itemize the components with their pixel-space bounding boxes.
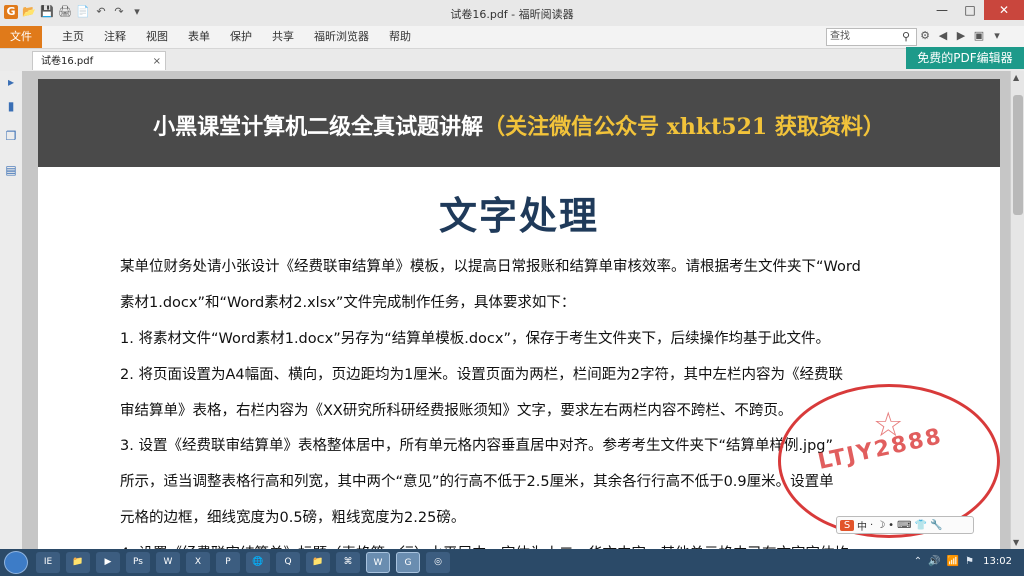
recorder-icon[interactable]: ◎ xyxy=(426,552,450,573)
banner-main-text: 小黑课堂计算机二级全真试题讲解 xyxy=(153,114,484,140)
user-icon[interactable]: ▣ xyxy=(972,29,986,42)
tab-help[interactable]: 帮助 xyxy=(379,26,421,48)
media-player-icon[interactable]: ▶ xyxy=(96,552,120,573)
clock[interactable]: 13:02 xyxy=(983,556,1012,567)
doc-line: 1. 将素材文件“Word素材1.docx”另存为“结算单模板.docx”，保存… xyxy=(120,331,830,347)
system-tray: ⌃ 🔊 📶 ⚑ xyxy=(914,556,974,567)
punctuation-icon[interactable]: · xyxy=(870,520,873,531)
browser-icon[interactable]: 🌐 xyxy=(246,552,270,573)
moon-icon[interactable]: ☽ xyxy=(876,520,885,531)
ime-mode-label[interactable]: 中 xyxy=(857,518,867,533)
word-icon[interactable]: W xyxy=(156,552,180,573)
watermark-stamp: ☆ LTJY2888 xyxy=(778,384,1000,538)
banner-title: 小黑课堂计算机二级全真试题讲解（关注微信公众号 xhkt521 获取资料） xyxy=(38,109,1000,141)
collapse-arrow-icon[interactable]: ▸ xyxy=(4,75,18,89)
tray-expand-icon[interactable]: ⌃ xyxy=(914,556,922,567)
scroll-down-icon[interactable]: ▼ xyxy=(1013,538,1019,547)
tab-document[interactable]: 试卷16.pdf × xyxy=(32,51,166,70)
scroll-thumb[interactable] xyxy=(1013,95,1023,215)
volume-icon[interactable]: 🔊 xyxy=(928,556,940,567)
search-icon[interactable]: ⚲ xyxy=(902,30,910,43)
skin-icon[interactable]: 👕 xyxy=(915,520,927,531)
tab-comment[interactable]: 注释 xyxy=(94,26,136,48)
sogou-logo-icon[interactable]: S xyxy=(840,519,854,531)
banner-highlight-text: （关注微信公众号 xhkt521 获取资料） xyxy=(483,114,885,140)
folder-icon[interactable]: 📁 xyxy=(66,552,90,573)
dot-icon[interactable]: • xyxy=(888,520,894,531)
promo-pdf-editor-button[interactable]: 免费的PDF编辑器 xyxy=(906,47,1024,69)
forward-icon[interactable]: ▶ xyxy=(954,29,968,42)
vertical-scrollbar[interactable]: ▲ ▼ xyxy=(1010,71,1024,549)
gear-icon[interactable]: ⚙ xyxy=(918,29,932,42)
app-icon[interactable]: ⌘ xyxy=(336,552,360,573)
taskbar: IE 📁 ▶ Ps W X P 🌐 Q 📁 ⌘ W G ◎ ⌃ 🔊 📶 ⚑ 13… xyxy=(0,549,1024,576)
doc-line: 素材1.docx”和“Word素材2.xlsx”文件完成制作任务，具体要求如下： xyxy=(120,295,576,311)
network-icon[interactable]: 📶 xyxy=(947,556,959,567)
tab-share[interactable]: 共享 xyxy=(262,26,304,48)
word-active-icon[interactable]: W xyxy=(366,552,390,573)
page-thumbnails-icon[interactable]: ▮ xyxy=(4,99,18,113)
menu-tabs: 主页 注释 视图 表单 保护 共享 福昕浏览器 帮助 xyxy=(52,26,421,48)
chevron-down-icon[interactable]: ▾ xyxy=(990,29,1004,42)
qq-icon[interactable]: Q xyxy=(276,552,300,573)
window-controls: — □ ✕ xyxy=(928,0,1024,20)
doc-line: 2. 将页面设置为A4幅面、横向，页边距均为1厘米。设置页面为两栏，栏间距为2字… xyxy=(120,367,844,383)
explorer-icon[interactable]: 📁 xyxy=(306,552,330,573)
tab-protect[interactable]: 保护 xyxy=(220,26,262,48)
tab-view[interactable]: 视图 xyxy=(136,26,178,48)
ribbon-menu: 文件 主页 注释 视图 表单 保护 共享 福昕浏览器 帮助 查找 ⚲ ⚙ ◀ ▶… xyxy=(0,26,1024,49)
ie-icon[interactable]: IE xyxy=(36,552,60,573)
taskbar-apps: IE 📁 ▶ Ps W X P 🌐 Q 📁 ⌘ W G ◎ xyxy=(36,552,450,573)
photoshop-icon[interactable]: Ps xyxy=(126,552,150,573)
flag-icon[interactable]: ⚑ xyxy=(965,556,974,567)
close-button[interactable]: ✕ xyxy=(984,0,1024,20)
header-banner: 小黑课堂计算机二级全真试题讲解（关注微信公众号 xhkt521 获取资料） xyxy=(38,79,1000,167)
tab-form[interactable]: 表单 xyxy=(178,26,220,48)
close-tab-icon[interactable]: × xyxy=(153,52,161,71)
powerpoint-icon[interactable]: P xyxy=(216,552,240,573)
start-button[interactable] xyxy=(4,551,28,574)
excel-icon[interactable]: X xyxy=(186,552,210,573)
scroll-up-icon[interactable]: ▲ xyxy=(1013,73,1019,82)
tab-home[interactable]: 主页 xyxy=(52,26,94,48)
tools-icon[interactable]: 🔧 xyxy=(930,520,942,531)
back-icon[interactable]: ◀ xyxy=(936,29,950,42)
tab-browser[interactable]: 福昕浏览器 xyxy=(304,26,379,48)
keyboard-icon[interactable]: ⌨ xyxy=(897,520,911,531)
ime-toolbar[interactable]: S 中 · ☽ • ⌨ 👕 🔧 xyxy=(836,516,974,534)
window-title: 试卷16.pdf - 福昕阅读器 xyxy=(450,8,574,21)
maximize-button[interactable]: □ xyxy=(956,0,984,20)
layers-icon[interactable]: ❐ xyxy=(4,129,18,143)
file-menu-button[interactable]: 文件 xyxy=(0,26,42,48)
nav-icons: ⚙ ◀ ▶ ▣ ▾ xyxy=(918,29,1004,42)
document-tab-bar: 试卷16.pdf × xyxy=(0,49,1024,72)
page-heading: 文字处理 xyxy=(438,194,599,238)
foxit-active-icon[interactable]: G xyxy=(396,552,420,573)
left-navigation-pane: ▸ ▮ ❐ ▤ xyxy=(0,71,23,549)
doc-line: 某单位财务处请小张设计《经费联审结算单》模板，以提高日常报账和结算单审核效率。请… xyxy=(120,259,861,275)
minimize-button[interactable]: — xyxy=(928,0,956,20)
title-bar: G 📂 💾 🖨 📄 ↶ ↷ ▾ 试卷16.pdf - 福昕阅读器 — □ ✕ xyxy=(0,0,1024,27)
tab-document-label: 试卷16.pdf xyxy=(41,56,94,67)
attachments-icon[interactable]: ▤ xyxy=(4,163,18,177)
